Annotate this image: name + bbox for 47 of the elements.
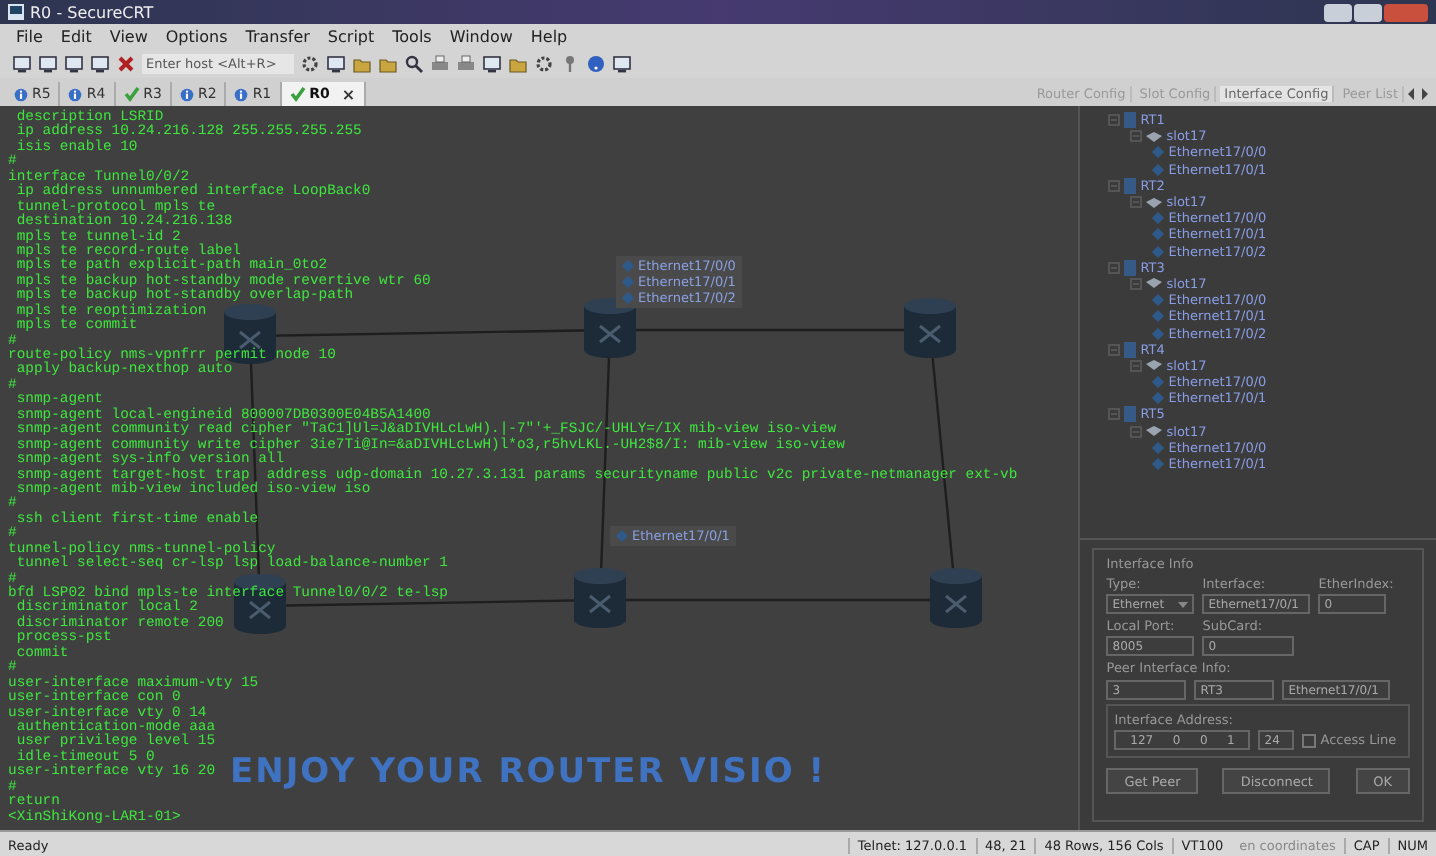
menu-item[interactable]: Window: [449, 27, 513, 45]
close-icon[interactable]: [116, 53, 136, 73]
monitor-icon[interactable]: [612, 53, 632, 73]
dropdown-arrow-icon: [1178, 601, 1189, 607]
monitor-icon[interactable]: [326, 53, 346, 73]
slot-icon: [1146, 360, 1163, 371]
slot-icon: [1146, 197, 1163, 208]
port-icon: [616, 530, 628, 542]
info-icon: [179, 87, 194, 101]
monitor-icon[interactable]: [12, 53, 32, 73]
slot-icon: [1146, 278, 1163, 289]
minimize-button[interactable]: [1324, 3, 1352, 21]
menu-item[interactable]: View: [109, 27, 148, 45]
info-icon: [68, 87, 83, 101]
gear-icon[interactable]: [534, 53, 554, 73]
info-icon: [234, 87, 249, 101]
monitor-icon[interactable]: [90, 53, 110, 73]
menu-item[interactable]: Help: [530, 27, 568, 45]
monitor-icon[interactable]: [38, 53, 58, 73]
router-icon: [584, 298, 636, 358]
menu-item[interactable]: File: [16, 27, 43, 45]
monitor-icon[interactable]: [64, 53, 84, 73]
info-icon: [14, 87, 28, 101]
device-tree[interactable]: [1080, 106, 1436, 540]
window-title: R0 - SecureCRT: [30, 3, 154, 21]
help-icon[interactable]: [586, 53, 606, 73]
gear-icon[interactable]: [300, 53, 320, 73]
menu-item[interactable]: Options: [165, 27, 228, 45]
menu-item[interactable]: Tools: [392, 27, 432, 45]
router-icon: [930, 568, 982, 628]
check-icon: [123, 86, 140, 102]
router-icon: [904, 298, 956, 358]
slot-icon: [1146, 131, 1163, 142]
menu-item[interactable]: Script: [327, 27, 375, 45]
maximize-button[interactable]: [1354, 3, 1382, 21]
app-icon: [8, 4, 24, 20]
router-icon: [574, 568, 626, 628]
menu-item[interactable]: Edit: [60, 27, 92, 45]
banner-text: ENJOY YOUR ROUTER VISIO !: [230, 752, 826, 792]
check-icon: [289, 86, 306, 102]
slot-icon: [1146, 426, 1163, 437]
search-icon[interactable]: [404, 53, 424, 73]
scroll-arrows-icon[interactable]: [1408, 88, 1428, 100]
tab-close[interactable]: ×: [341, 85, 356, 103]
menu-item[interactable]: Transfer: [245, 27, 310, 45]
monitor-icon[interactable]: [482, 53, 502, 73]
terminal[interactable]: [0, 106, 1079, 830]
